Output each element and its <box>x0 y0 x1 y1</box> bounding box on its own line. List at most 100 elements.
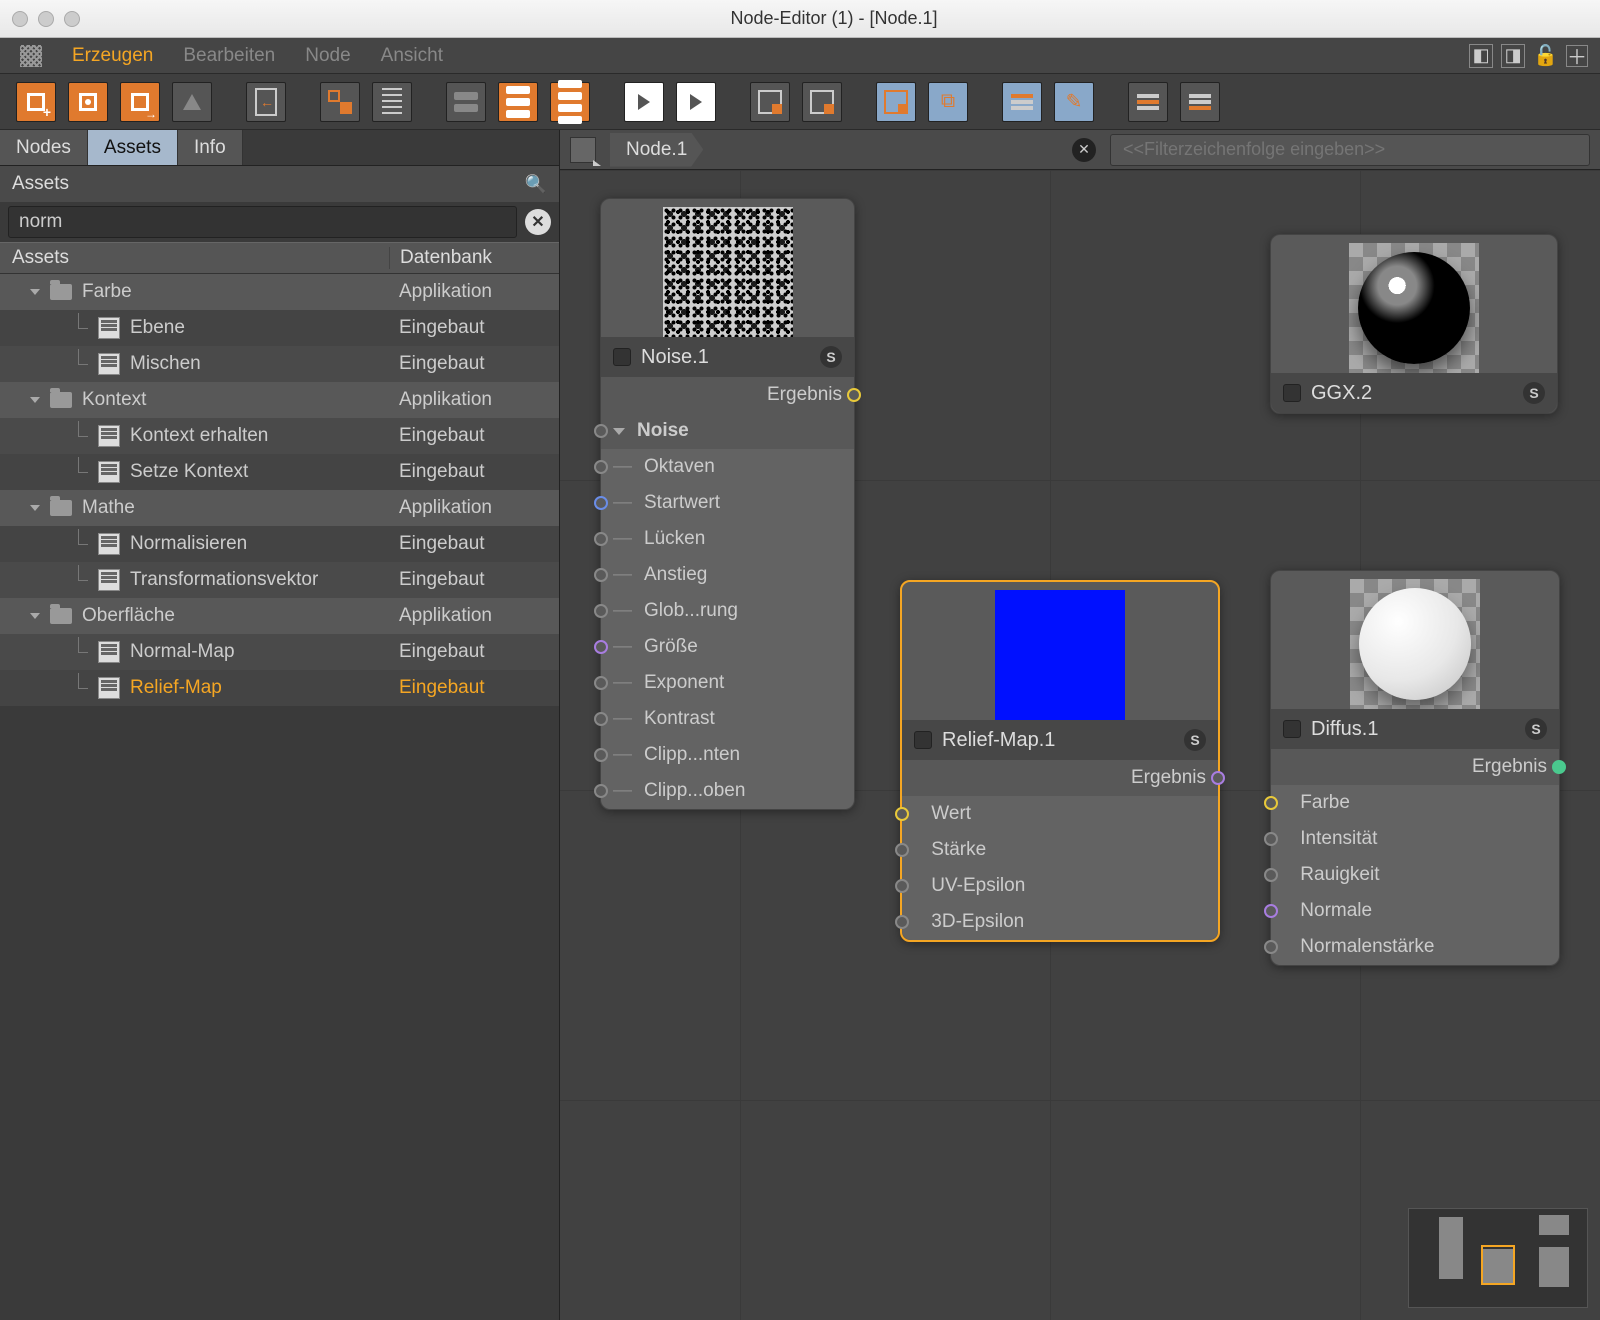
input-port[interactable] <box>895 879 909 893</box>
output-port-label: Ergebnis <box>1472 756 1547 778</box>
folder-icon <box>50 284 72 300</box>
tree-item[interactable]: Mischen <box>130 353 201 375</box>
input-port[interactable] <box>1264 904 1278 918</box>
tab-assets[interactable]: Assets <box>88 130 178 165</box>
window-controls[interactable] <box>12 11 80 27</box>
triangle-button[interactable] <box>172 82 212 122</box>
input-port[interactable] <box>1264 940 1278 954</box>
rows-mid-button[interactable] <box>498 82 538 122</box>
input-port[interactable] <box>594 604 608 618</box>
tree-item[interactable]: Kontext erhalten <box>130 425 268 447</box>
assets-filter-input[interactable] <box>8 206 517 238</box>
highlight-button[interactable]: ✎ <box>1054 82 1094 122</box>
col-assets[interactable]: Assets <box>0 247 389 269</box>
group-port[interactable] <box>594 424 608 438</box>
close-icon[interactable]: ✕ <box>1072 138 1096 162</box>
play-step-button[interactable] <box>676 82 716 122</box>
rows-collapsed-button[interactable] <box>446 82 486 122</box>
output-port[interactable] <box>847 388 861 402</box>
screen-br-button[interactable] <box>802 82 842 122</box>
sidebar: Nodes Assets Info Assets 🔍 ✕ Assets Date… <box>0 130 560 1320</box>
node-noise[interactable]: Noise.1S Ergebnis Noise —Oktaven —Startw… <box>600 198 855 810</box>
breadcrumb[interactable]: Node.1 <box>610 133 703 167</box>
export-node-button[interactable] <box>120 82 160 122</box>
node-title: Noise.1 <box>641 346 709 369</box>
node-title: GGX.2 <box>1311 382 1372 405</box>
input-port[interactable] <box>1264 796 1278 810</box>
play-button[interactable] <box>624 82 664 122</box>
screen-bl-button[interactable] <box>750 82 790 122</box>
col-datenbank[interactable]: Datenbank <box>389 247 559 269</box>
input-port[interactable] <box>594 640 608 654</box>
menu-ansicht[interactable]: Ansicht <box>381 45 443 67</box>
group-button[interactable] <box>320 82 360 122</box>
solo-icon[interactable]: S <box>1184 729 1206 751</box>
material-icon[interactable] <box>570 137 596 163</box>
tree-cat-farbe[interactable]: Farbe <box>82 281 132 303</box>
node-relief-map[interactable]: Relief-Map.1S Ergebnis Wert Stärke UV-Ep… <box>900 580 1220 942</box>
frame-button[interactable] <box>876 82 916 122</box>
tree-item[interactable]: Transformationsvektor <box>130 569 318 591</box>
input-port[interactable] <box>594 676 608 690</box>
menu-bearbeiten[interactable]: Bearbeiten <box>183 45 275 67</box>
solo-icon[interactable]: S <box>1523 382 1545 404</box>
tree-cat-oberflaeche[interactable]: Oberfläche <box>82 605 175 627</box>
menu-node[interactable]: Node <box>305 45 350 67</box>
input-port[interactable] <box>594 568 608 582</box>
input-port[interactable] <box>594 712 608 726</box>
input-port[interactable] <box>1264 832 1278 846</box>
tab-nodes[interactable]: Nodes <box>0 130 88 165</box>
chevron-down-icon[interactable] <box>613 428 625 435</box>
new-node-button[interactable] <box>16 82 56 122</box>
input-port[interactable] <box>594 748 608 762</box>
input-port[interactable] <box>895 915 909 929</box>
clear-filter-icon[interactable]: ✕ <box>525 209 551 235</box>
node-graph[interactable]: Node.1 ✕ Noise.1S Ergebnis Noise —Oktave… <box>560 130 1600 1320</box>
input-port[interactable] <box>594 460 608 474</box>
chevron-down-icon[interactable] <box>30 505 40 511</box>
select-node-button[interactable] <box>68 82 108 122</box>
input-port[interactable] <box>594 496 608 510</box>
menu-erzeugen[interactable]: Erzeugen <box>72 45 153 67</box>
node-icon <box>98 641 120 663</box>
layout-toggle-left-icon[interactable]: ◧ <box>1469 44 1493 68</box>
arrange-in-button[interactable] <box>1128 82 1168 122</box>
lock-icon[interactable]: 🔓 <box>1533 43 1558 68</box>
chevron-down-icon[interactable] <box>30 613 40 619</box>
tree-item[interactable]: Ebene <box>130 317 185 339</box>
tab-info[interactable]: Info <box>178 130 243 165</box>
add-panel-icon[interactable]: ＋ <box>1566 45 1588 67</box>
tree-item-relief-map[interactable]: Relief-Map <box>130 677 222 699</box>
solo-icon[interactable]: S <box>1525 718 1547 740</box>
arrange-out-button[interactable] <box>1180 82 1220 122</box>
node-diffus[interactable]: Diffus.1S Ergebnis Farbe Intensität Raui… <box>1270 570 1560 966</box>
output-port[interactable] <box>1552 760 1566 774</box>
tree-cat-kontext[interactable]: Kontext <box>82 389 146 411</box>
node-ggx[interactable]: GGX.2 S <box>1270 234 1558 414</box>
assets-tree[interactable]: FarbeApplikation EbeneEingebaut MischenE… <box>0 274 559 1320</box>
minimap[interactable] <box>1408 1208 1588 1308</box>
import-button[interactable] <box>246 82 286 122</box>
tree-item[interactable]: Normal-Map <box>130 641 235 663</box>
tree-cat-mathe[interactable]: Mathe <box>82 497 135 519</box>
align-button[interactable] <box>1002 82 1042 122</box>
solo-icon[interactable]: S <box>820 346 842 368</box>
output-port[interactable] <box>1211 771 1225 785</box>
input-port[interactable] <box>1264 868 1278 882</box>
input-port[interactable] <box>895 843 909 857</box>
rows-full-button[interactable] <box>550 82 590 122</box>
tree-item[interactable]: Normalisieren <box>130 533 247 555</box>
chevron-down-icon[interactable] <box>30 397 40 403</box>
input-port[interactable] <box>895 807 909 821</box>
input-port[interactable] <box>594 532 608 546</box>
tree-item[interactable]: Setze Kontext <box>130 461 248 483</box>
layout-toggle-right-icon[interactable]: ◨ <box>1501 44 1525 68</box>
search-icon[interactable]: 🔍 <box>525 174 547 195</box>
input-port[interactable] <box>594 784 608 798</box>
grip-button[interactable] <box>372 82 412 122</box>
input-label: Intensität <box>1300 828 1377 850</box>
snap-button[interactable]: ⧉ <box>928 82 968 122</box>
input-label: Anstieg <box>644 564 707 586</box>
graph-filter-input[interactable] <box>1110 134 1590 166</box>
chevron-down-icon[interactable] <box>30 289 40 295</box>
